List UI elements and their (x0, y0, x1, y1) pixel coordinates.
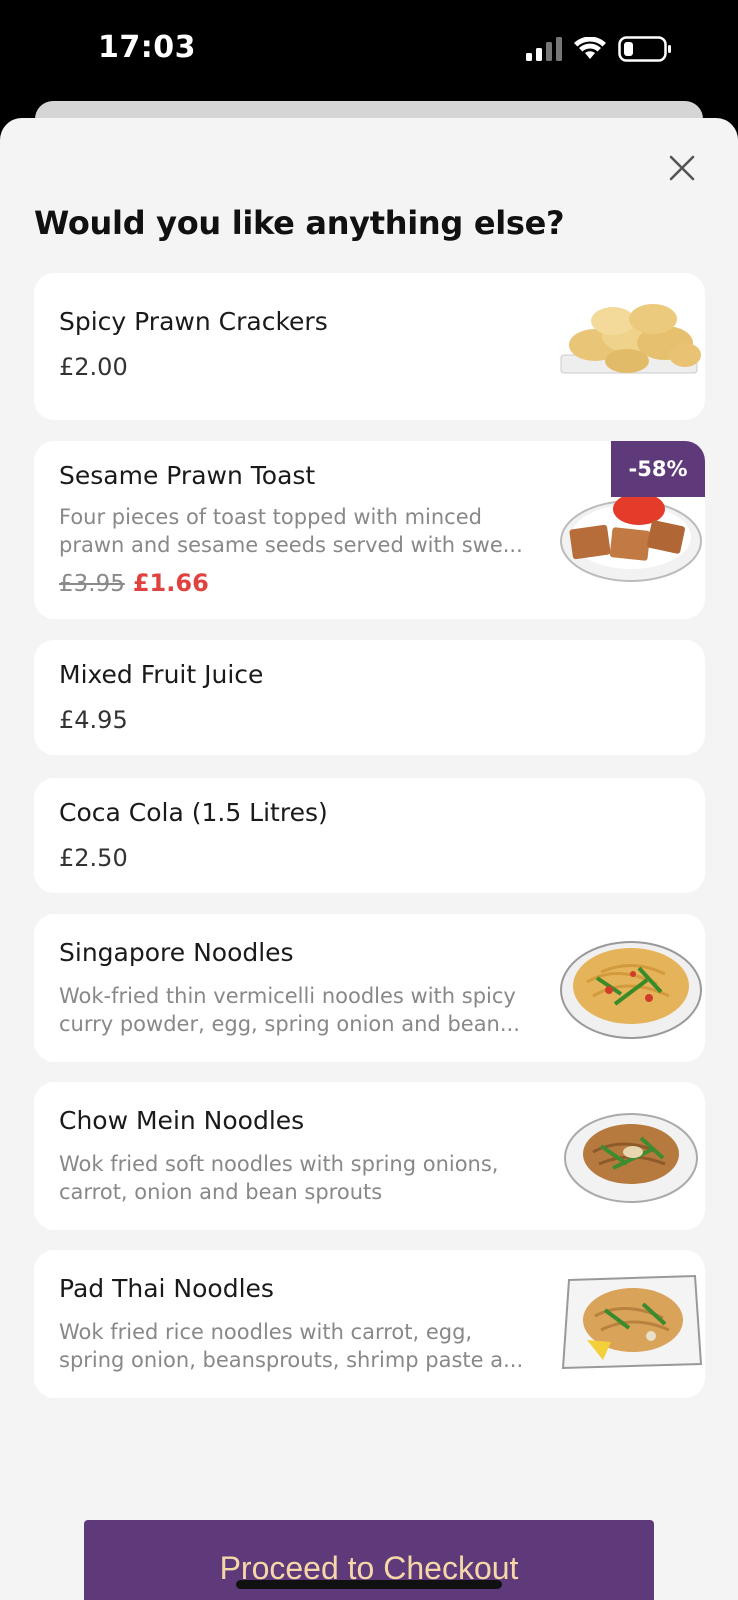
prawn-crackers-image (560, 304, 701, 374)
home-indicator (236, 1580, 502, 1589)
battery-icon (618, 36, 671, 62)
item-description: Wok fried soft noodles with spring onion… (59, 1150, 529, 1206)
upsell-item-chow-mein-noodles[interactable]: Chow Mein Noodles Wok fried soft noodles… (34, 1082, 705, 1230)
item-description: Four pieces of toast topped with minced … (59, 503, 529, 559)
item-price: £3.95 £1.66 (59, 569, 209, 597)
item-name: Coca Cola (1.5 Litres) (59, 798, 328, 827)
item-description-line: Four pieces of toast topped with minced (59, 505, 482, 529)
item-name: Chow Mein Noodles (59, 1106, 305, 1135)
discounted-price: £1.66 (132, 569, 209, 597)
item-price: £4.95 (59, 706, 128, 734)
original-price: £3.95 (59, 571, 125, 597)
upsell-list[interactable]: Spicy Prawn Crackers £2.00 Sesame Prawn … (34, 273, 705, 1521)
singapore-noodles-image (560, 941, 702, 1039)
item-description-line: Wok-fried thin vermicelli noodles with s… (59, 984, 516, 1008)
close-icon (669, 155, 695, 181)
chow-mein-noodles-image (564, 1113, 698, 1203)
item-name: Pad Thai Noodles (59, 1274, 274, 1303)
status-time: 17:03 (98, 30, 196, 65)
upsell-item-sesame-prawn-toast[interactable]: Sesame Prawn Toast Four pieces of toast … (34, 441, 705, 619)
sheet-title: Would you like anything else? (34, 204, 565, 242)
item-description: Wok fried rice noodles with carrot, egg,… (59, 1318, 529, 1374)
item-name: Sesame Prawn Toast (59, 461, 316, 490)
close-button[interactable] (664, 150, 700, 186)
item-description: Wok-fried thin vermicelli noodles with s… (59, 982, 529, 1038)
item-description-line: spring onion, beansprouts, shrimp paste … (59, 1348, 524, 1372)
item-description-line: carrot, onion and bean sprouts (59, 1180, 383, 1204)
item-name: Spicy Prawn Crackers (59, 307, 328, 336)
item-description-line: Wok fried rice noodles with carrot, egg, (59, 1320, 473, 1344)
status-bar: 17:03 (0, 0, 738, 100)
upsell-item-singapore-noodles[interactable]: Singapore Noodles Wok-fried thin vermice… (34, 914, 705, 1062)
item-name: Mixed Fruit Juice (59, 660, 264, 689)
status-icons (526, 36, 672, 62)
item-name: Singapore Noodles (59, 938, 294, 967)
item-description-line: prawn and sesame seeds served with swe..… (59, 533, 523, 557)
pad-thai-noodles-image (561, 1274, 703, 1370)
item-price: £2.50 (59, 844, 128, 872)
upsell-item-mixed-fruit-juice[interactable]: Mixed Fruit Juice £4.95 (34, 640, 705, 755)
item-description-line: Wok fried soft noodles with spring onion… (59, 1152, 499, 1176)
item-price: £2.00 (59, 353, 128, 381)
upsell-item-pad-thai-noodles[interactable]: Pad Thai Noodles Wok fried rice noodles … (34, 1250, 705, 1398)
wifi-icon (574, 37, 606, 59)
cellular-signal-icon (526, 37, 562, 61)
item-description-line: curry powder, egg, spring onion and bean… (59, 1012, 520, 1036)
upsell-sheet: Would you like anything else? Spicy Praw… (0, 118, 738, 1600)
upsell-item-coca-cola[interactable]: Coca Cola (1.5 Litres) £2.50 (34, 778, 705, 893)
upsell-item-spicy-prawn-crackers[interactable]: Spicy Prawn Crackers £2.00 (34, 273, 705, 420)
discount-badge: -58% (611, 441, 705, 497)
